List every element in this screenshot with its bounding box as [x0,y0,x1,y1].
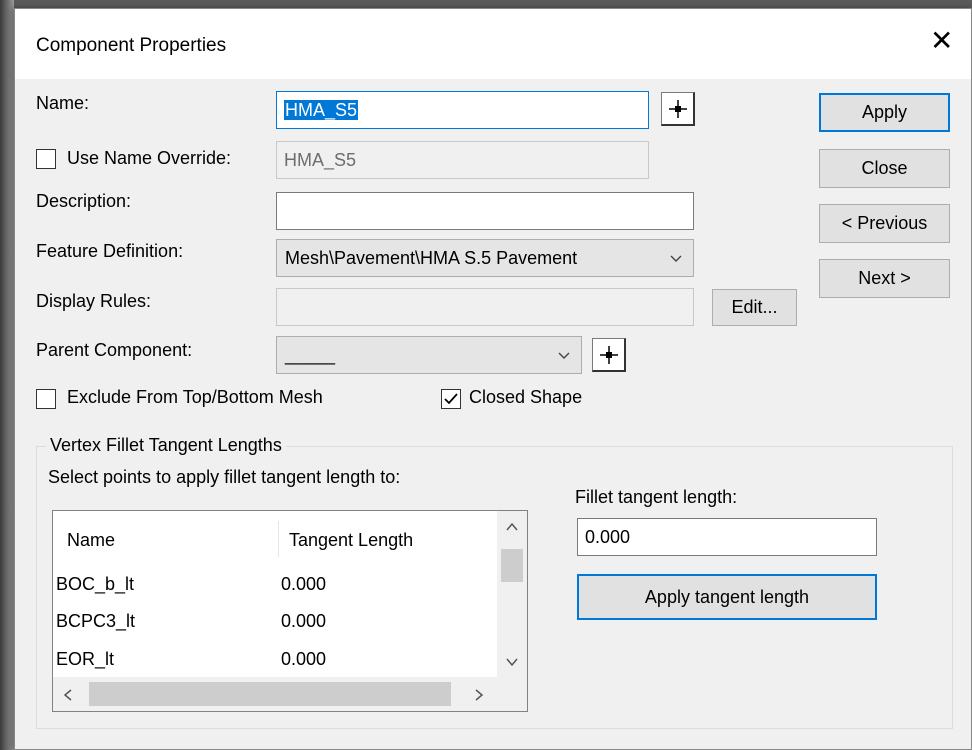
display-rules-input [276,288,694,326]
chevron-down-icon[interactable] [505,656,519,668]
chevron-down-icon [669,240,683,289]
vertical-scroll-thumb[interactable] [501,549,523,582]
fillet-tangent-length-input[interactable]: 0.000 [577,518,877,556]
description-label: Description: [36,191,132,211]
scrollbar-corner [497,677,527,711]
fillet-tangent-length-value: 0.000 [585,527,631,547]
title-bar: Component Properties ✕ [15,9,971,79]
use-name-override-label: Use Name Override: [67,148,232,168]
name-picker-button[interactable] [661,92,695,126]
exclude-from-mesh-label: Exclude From Top/Bottom Mesh [67,387,323,407]
feature-definition-dropdown[interactable]: Mesh\Pavement\HMA S.5 Pavement [276,239,694,277]
column-header-tangent-length[interactable]: Tangent Length [289,530,413,551]
horizontal-scrollbar[interactable] [53,677,497,711]
list-item-name[interactable]: BCPC3_lt [56,611,135,632]
apply-button[interactable]: Apply [819,93,950,132]
dialog-title: Component Properties [36,35,227,56]
chevron-up-icon[interactable] [505,521,519,533]
list-item-length[interactable]: 0.000 [281,574,326,595]
closed-shape-label: Closed Shape [469,387,583,407]
parent-component-dropdown[interactable]: _____ [276,336,582,374]
name-input[interactable]: HMA_S5 [276,91,649,129]
display-rules-label: Display Rules: [36,291,152,311]
edit-button[interactable]: Edit... [712,289,797,326]
parent-component-picker-button[interactable] [592,338,626,372]
close-button[interactable]: Close [819,149,950,188]
name-value: HMA_S5 [284,100,359,120]
chevron-down-icon [557,337,571,386]
list-item-name[interactable]: BOC_b_lt [56,574,134,595]
parent-component-value: _____ [285,345,336,365]
list-item-length[interactable]: 0.000 [281,611,326,632]
feature-definition-value: Mesh\Pavement\HMA S.5 Pavement [285,248,578,268]
use-name-override-checkbox[interactable] [36,149,56,169]
list-item-length[interactable]: 0.000 [281,649,326,670]
column-divider[interactable] [278,521,279,557]
fillet-instruction: Select points to apply fillet tangent le… [48,467,401,487]
feature-definition-label: Feature Definition: [36,241,184,261]
check-icon [444,393,458,405]
component-properties-dialog: Component Properties ✕ Name: HMA_S5 Use … [14,8,972,750]
exclude-from-mesh-checkbox[interactable] [36,389,56,409]
parent-component-label: Parent Component: [36,340,193,360]
apply-tangent-length-button[interactable]: Apply tangent length [577,574,877,620]
chevron-right-icon[interactable] [473,688,485,702]
next-button[interactable]: Next > [819,259,950,298]
name-label: Name: [36,93,90,113]
previous-button[interactable]: < Previous [819,204,950,243]
name-override-value: HMA_S5 [284,150,357,170]
vertex-fillet-group-title: Vertex Fillet Tangent Lengths [46,435,286,456]
crosshair-icon [668,99,687,118]
fillet-points-list[interactable]: Name Tangent Length BOC_b_lt 0.000 BCPC3… [52,510,528,712]
closed-shape-checkbox[interactable] [441,389,461,409]
close-icon[interactable]: ✕ [930,27,953,55]
list-item-name[interactable]: EOR_lt [56,649,114,670]
fillet-tangent-length-label: Fillet tangent length: [575,487,738,507]
horizontal-scroll-thumb[interactable] [89,682,451,706]
vertical-scrollbar[interactable] [497,511,527,677]
name-override-input: HMA_S5 [276,141,649,179]
column-header-name[interactable]: Name [67,530,115,551]
chevron-left-icon[interactable] [62,688,74,702]
background-window-edge [0,0,14,750]
description-input[interactable] [276,192,694,230]
crosshair-icon [599,345,618,364]
